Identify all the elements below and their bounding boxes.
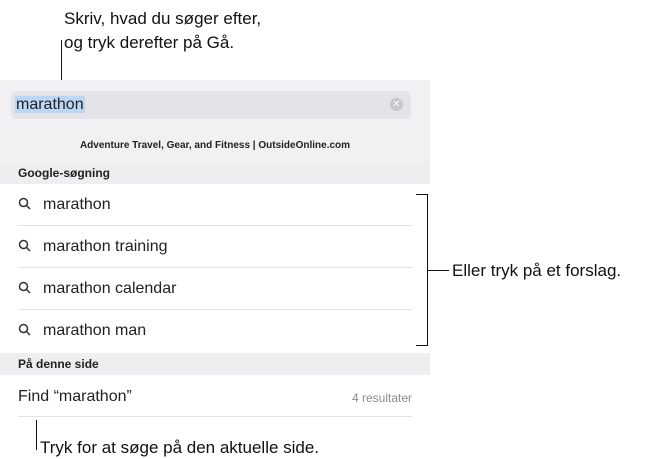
safari-search-panel: marathon ✕ Adventure Travel, Gear, and F… xyxy=(0,80,430,420)
callout-bottom-leader xyxy=(36,420,37,450)
callout-bracket-leader xyxy=(427,270,449,271)
search-input-text[interactable]: marathon xyxy=(15,95,85,115)
magnifier-icon xyxy=(18,197,31,210)
callout-search-instruction: Skriv, hvad du søger efter, og tryk dere… xyxy=(64,7,261,55)
magnifier-icon xyxy=(18,239,31,252)
suggestion-row[interactable]: marathon man xyxy=(0,310,430,352)
magnifier-icon xyxy=(18,281,31,294)
suggestion-label: marathon calendar xyxy=(43,280,177,297)
suggestion-label: marathon training xyxy=(43,238,168,255)
callout-line-2: og tryk derefter på Gå. xyxy=(64,33,235,52)
section-header-google-label: Google-søgning xyxy=(18,166,110,180)
result-count: 4 resultater xyxy=(351,391,412,405)
row-divider xyxy=(18,416,412,417)
clear-icon[interactable]: ✕ xyxy=(390,98,403,111)
suggestion-label: marathon man xyxy=(43,322,147,339)
callout-find-instruction: Tryk for at søge på den aktuelle side. xyxy=(40,438,320,457)
section-header-google: Google-søgning xyxy=(0,162,430,184)
find-on-page-label: Find “marathon” xyxy=(18,388,132,405)
search-field[interactable]: marathon ✕ xyxy=(11,91,411,119)
callout-bracket-bottom xyxy=(416,345,428,346)
top-hit-suggestion[interactable]: Adventure Travel, Gear, and Fitness | Ou… xyxy=(0,129,430,162)
suggestion-row[interactable]: marathon training xyxy=(0,226,430,268)
callout-suggestion-instruction: Eller tryk på et forslag. xyxy=(452,261,622,280)
callout-line-1: Skriv, hvad du søger efter, xyxy=(64,9,262,28)
magnifier-icon xyxy=(18,323,31,336)
search-bar-area: marathon ✕ xyxy=(0,80,430,129)
suggestion-row[interactable]: marathon xyxy=(0,184,430,226)
suggestion-label: marathon xyxy=(43,196,111,213)
section-header-on-page: På denne side xyxy=(0,353,430,375)
callout-bracket-top xyxy=(416,194,428,195)
section-header-on-page-label: På denne side xyxy=(18,357,99,371)
find-on-page-row[interactable]: Find “marathon” 4 resultater xyxy=(0,377,430,417)
suggestion-row[interactable]: marathon calendar xyxy=(0,268,430,310)
selected-search-text: marathon xyxy=(15,96,85,113)
